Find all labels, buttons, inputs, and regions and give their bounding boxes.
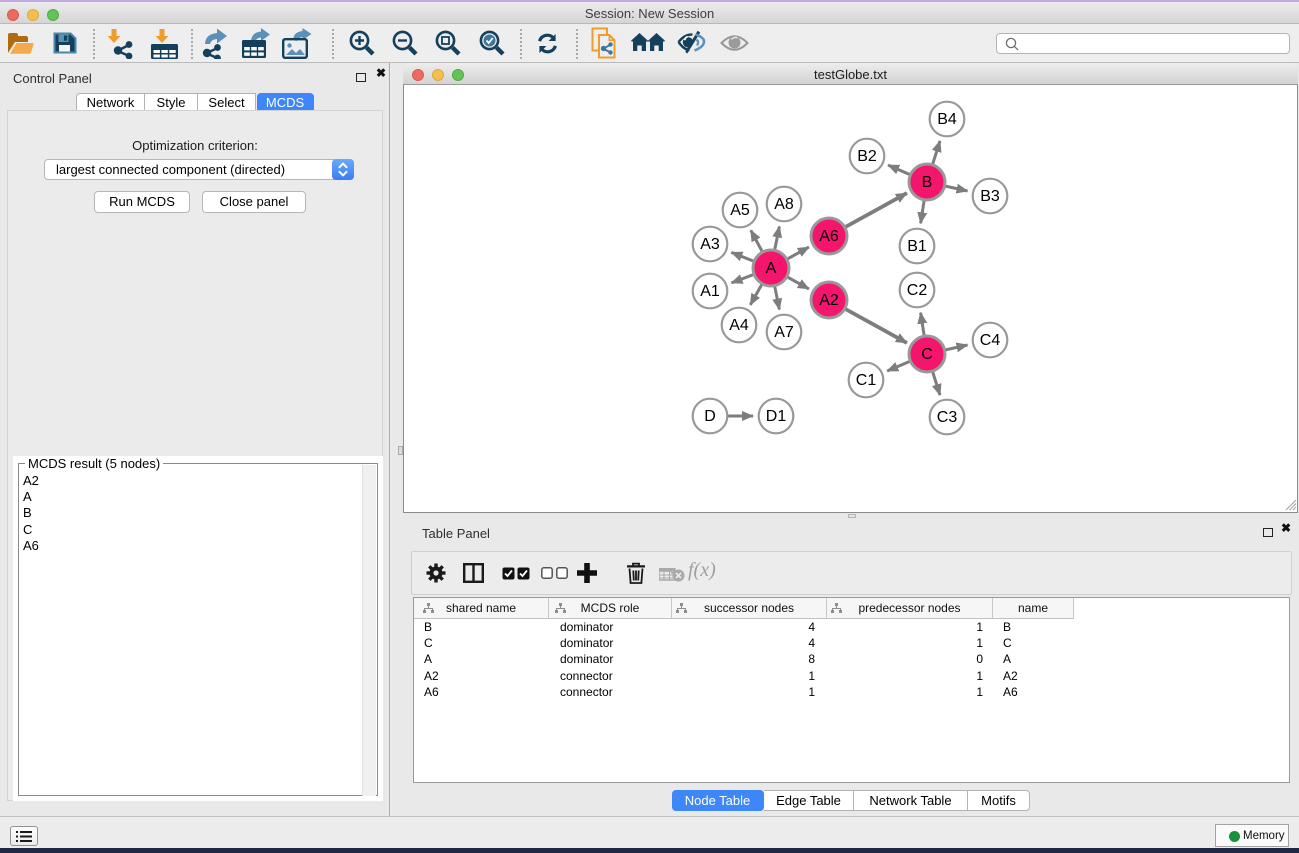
svg-text:A6: A6	[819, 228, 839, 245]
svg-text:A7: A7	[774, 324, 794, 341]
svg-text:A1: A1	[700, 283, 720, 300]
svg-text:A8: A8	[774, 196, 794, 213]
svg-text:C4: C4	[980, 332, 1001, 349]
svg-text:A: A	[766, 260, 777, 277]
svg-text:A3: A3	[700, 236, 720, 253]
svg-text:B4: B4	[937, 111, 957, 128]
svg-text:B2: B2	[857, 148, 877, 165]
svg-text:C3: C3	[937, 409, 958, 426]
svg-text:D: D	[704, 408, 716, 425]
svg-text:D1: D1	[766, 408, 787, 425]
svg-text:A5: A5	[730, 202, 750, 219]
svg-text:C: C	[921, 346, 933, 363]
svg-text:C1: C1	[856, 372, 877, 389]
svg-text:C2: C2	[907, 282, 928, 299]
svg-text:B: B	[922, 174, 933, 191]
svg-text:B3: B3	[980, 188, 1000, 205]
svg-text:A4: A4	[729, 317, 749, 334]
svg-text:A2: A2	[819, 292, 839, 309]
svg-text:B1: B1	[907, 238, 927, 255]
